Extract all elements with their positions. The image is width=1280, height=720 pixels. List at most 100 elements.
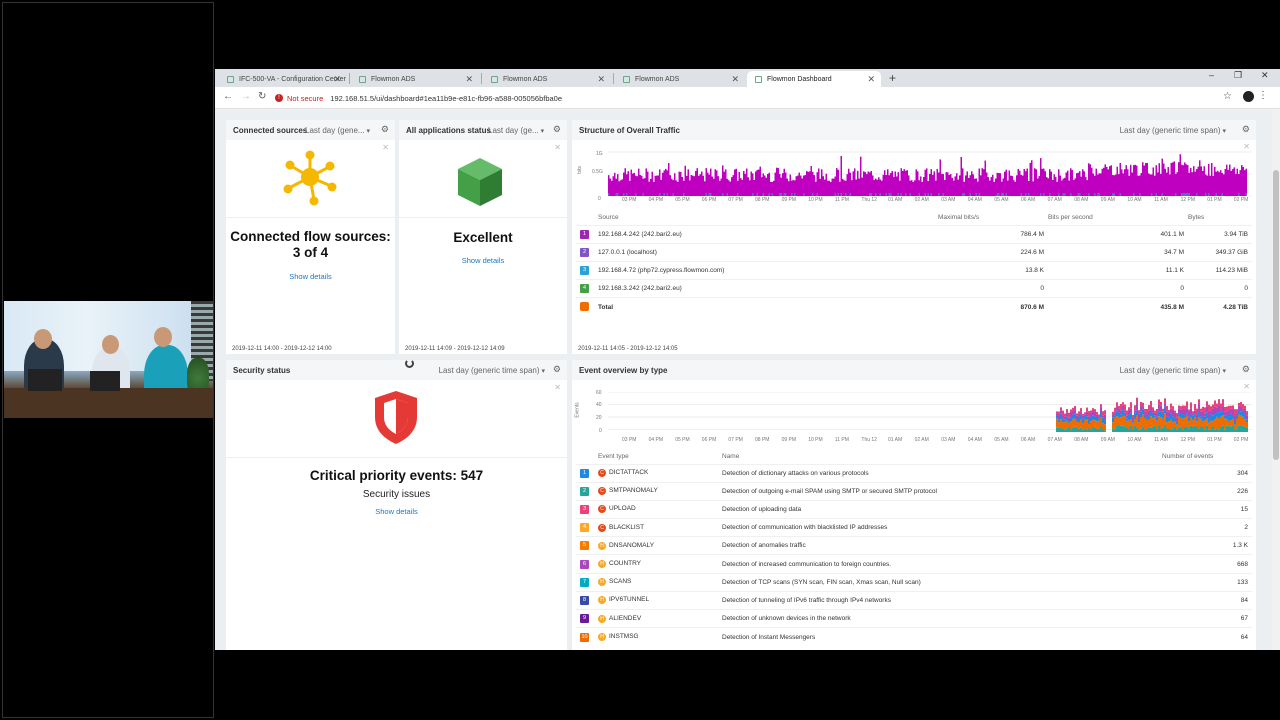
new-tab-button[interactable]: + [889,71,896,85]
close-icon[interactable]: ✕ [867,74,875,85]
close-icon[interactable]: ✕ [731,74,739,85]
event-bar-segment [1118,417,1120,426]
time-span-dropdown[interactable]: Last day (ge... [488,126,544,135]
url-text[interactable]: 192.168.51.5/ui/dashboard#1ea11b9e-e81c-… [330,94,562,103]
source-cell[interactable]: 192.168.4.72 (php72.cypress.flowmon.com) [598,260,938,280]
tab-flowmon-ads-3[interactable]: Flowmon ADS ✕ [615,71,745,87]
event-type-cell[interactable]: C BLACKLIST [598,518,722,537]
event-row[interactable]: 3 C UPLOAD Detection of uploading data 15 [576,499,1252,519]
source-cell[interactable]: 127.0.0.1 (localhost) [598,242,938,262]
window-close-button[interactable]: ✕ [1261,70,1269,81]
event-type-cell[interactable]: H DNSANOMALY [598,536,722,555]
event-bar-segment [1238,405,1240,411]
time-span-dropdown[interactable]: Last day (generic time span) [1120,366,1226,375]
show-details-link[interactable]: Show details [226,507,567,516]
event-type-cell[interactable]: H IPV6TUNNEL [598,590,722,610]
gear-icon[interactable]: ⚙ [553,364,561,375]
more-menu-icon[interactable]: ⋮ [1258,90,1268,101]
close-icon[interactable]: ✕ [382,143,389,152]
traffic-bar [752,173,754,196]
gear-icon[interactable]: ⚙ [381,124,389,135]
column-header[interactable]: Maximal bits/s [938,211,1048,225]
event-row[interactable]: 8 H IPV6TUNNEL Detection of tunneling of IP… [576,590,1252,610]
loading-cursor-icon [405,359,414,368]
time-span-dropdown[interactable]: Last day (generic time span) [1120,126,1226,135]
forward-arrow-icon[interactable]: → [241,91,251,102]
tab-flowmon-dashboard[interactable]: Flowmon Dashboard ✕ [747,71,881,87]
close-icon[interactable]: ✕ [333,74,341,85]
address-bar[interactable]: ! Not secure 192.168.51.5/ui/dashboard#1… [275,90,1235,106]
bookmark-star-icon[interactable]: ☆ [1223,91,1232,102]
not-secure-label[interactable]: Not secure [287,94,323,103]
traffic-row[interactable]: 1 192.168.4.242 (242.bari2.eu) 786.4 M 401.… [576,224,1252,244]
column-header[interactable]: Bits per second [1048,211,1188,225]
event-type-cell[interactable]: H ALIENDEV [598,608,722,628]
profile-avatar-icon[interactable] [1243,91,1254,102]
gear-icon[interactable]: ⚙ [553,124,561,135]
event-type-cell[interactable]: H COUNTRY [598,554,722,574]
event-bar-segment [1138,419,1140,423]
traffic-bar [645,168,647,196]
close-icon[interactable]: ✕ [1243,382,1250,391]
column-header[interactable]: Name [722,450,1162,464]
traffic-bar [893,177,895,196]
gear-icon[interactable]: ⚙ [1242,124,1250,135]
event-row[interactable]: 7 H SCANS Detection of TCP scans (SYN scan,… [576,572,1252,592]
column-header[interactable]: Number of events [1162,450,1252,464]
column-header[interactable]: Bytes [1188,211,1252,225]
event-row[interactable]: 5 H DNSANOMALY Detection of anomalies traff… [576,536,1252,555]
back-arrow-icon[interactable]: ← [223,91,233,102]
close-icon[interactable]: ✕ [465,74,473,85]
gear-icon[interactable]: ⚙ [1242,364,1250,375]
event-bar-segment [1168,417,1170,422]
event-bar-segment [1092,408,1094,412]
event-bar-segment [1232,425,1234,432]
event-type-cell[interactable]: C UPLOAD [598,499,722,519]
traffic-bar [851,180,853,196]
traffic-row[interactable]: 4 192.168.3.242 (242.bari2.eu) 0 0 0 [576,279,1252,298]
traffic-bar-secondary [1098,193,1100,196]
time-span-dropdown[interactable]: Last day (gene... [305,126,370,135]
show-details-link[interactable]: Show details [399,256,567,265]
tab-configuration-center[interactable]: IFC-500-VA - Configuration Center ✕ [219,71,347,87]
tab-flowmon-ads-1[interactable]: Flowmon ADS ✕ [351,71,479,87]
event-row[interactable]: 4 C BLACKLIST Detection of communication wi… [576,518,1252,537]
source-cell[interactable]: 192.168.3.242 (242.bari2.eu) [598,279,938,298]
traffic-bar [650,178,652,196]
scrollbar[interactable] [1272,110,1280,650]
column-header[interactable]: Source [598,211,938,225]
show-details-link[interactable]: Show details [226,272,395,281]
time-span-dropdown[interactable]: Last day (generic time span) [439,366,545,375]
event-bar-segment [1192,411,1194,414]
event-count-cell: 84 [1162,590,1252,610]
reload-icon[interactable]: ↻ [258,91,266,102]
close-icon[interactable]: ✕ [554,143,561,152]
traffic-row[interactable]: 3 192.168.4.72 (php72.cypress.flowmon.com… [576,260,1252,280]
minimize-button[interactable]: – [1209,70,1214,80]
traffic-row[interactable]: 2 127.0.0.1 (localhost) 224.6 M 34.7 M 349.3… [576,242,1252,262]
event-row[interactable]: 10 H INSTMSG Detection of Instant Messenger… [576,627,1252,646]
event-type-cell[interactable]: C SMTPANOMALY [598,481,722,501]
scrollbar-thumb[interactable] [1273,170,1279,460]
tab-flowmon-ads-2[interactable]: Flowmon ADS ✕ [483,71,611,87]
event-bar-segment [1134,405,1136,411]
event-bar-segment [1092,411,1094,416]
event-type-cell[interactable]: H SCANS [598,572,722,592]
x-tick: 10 AM [1127,437,1142,443]
maximize-button[interactable]: ❐ [1234,70,1242,81]
traffic-bar [980,175,982,196]
event-bar-segment [1146,409,1148,414]
close-icon[interactable]: ✕ [597,74,605,85]
source-cell[interactable]: 192.168.4.242 (242.bari2.eu) [598,224,938,244]
event-row[interactable]: 2 C SMTPANOMALY Detection of outgoing e-mai… [576,481,1252,501]
column-header[interactable]: Event type [598,450,722,464]
close-icon[interactable]: ✕ [554,383,561,392]
traffic-bar [989,180,991,196]
event-row[interactable]: 6 H COUNTRY Detection of increased communic… [576,554,1252,574]
event-row[interactable]: 1 C DICTATTACK Detection of dictionary atta… [576,463,1252,483]
traffic-bar [1235,173,1237,196]
event-row[interactable]: 9 H ALIENDEV Detection of unknown devices i… [576,608,1252,628]
event-type-cell[interactable]: C DICTATTACK [598,463,722,483]
traffic-bar-secondary [783,193,785,196]
event-type-cell[interactable]: H INSTMSG [598,627,722,646]
